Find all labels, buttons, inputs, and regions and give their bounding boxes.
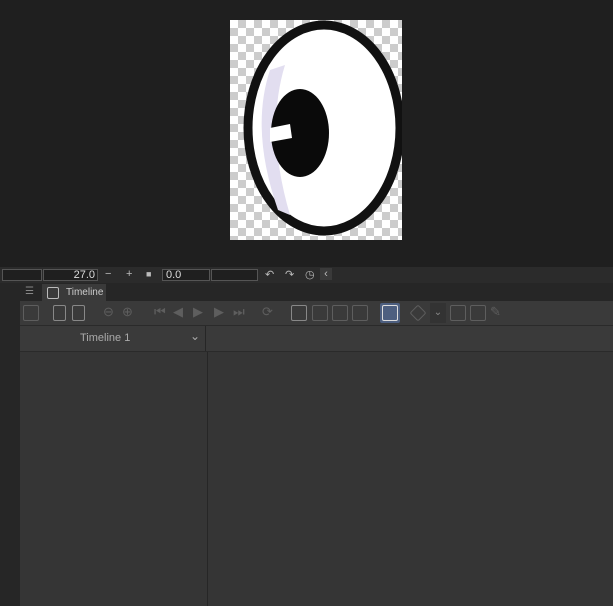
timeline-select-value: Timeline 1 (80, 332, 131, 344)
delete-keyframe-icon[interactable] (450, 305, 466, 321)
timeline-toolbar: ⊖ ⊕ ⏮ ◀ ▶ ▶ ⏭ ⟳ ⌄ ✎ (20, 301, 613, 325)
redo-button[interactable]: ↷ (285, 268, 294, 281)
first-frame-icon[interactable]: ⏮ (154, 304, 166, 320)
left-gutter (0, 283, 20, 606)
layer-list[interactable] (20, 352, 207, 606)
canvas-image[interactable] (230, 20, 405, 240)
frame-slider[interactable] (2, 269, 42, 281)
tab-timeline[interactable]: Timeline (42, 284, 106, 301)
assign-cel-icon[interactable] (332, 305, 348, 321)
frame-input[interactable]: 27.0 (43, 269, 98, 281)
chevron-down-icon: ⌄ (190, 329, 201, 343)
tab-label: Timeline (66, 287, 104, 298)
loop-icon[interactable]: ⟳ (262, 304, 273, 320)
next-frame-icon[interactable]: ▶ (214, 304, 224, 320)
playback-bar: 27.0 − + ■ 0.0 ↶ ↷ ◷ ‹ (0, 267, 613, 283)
collapse-button[interactable]: ‹ (320, 268, 332, 280)
onion-skin-icon (382, 305, 398, 321)
chevron-down-icon[interactable]: ⌄ (430, 303, 446, 323)
last-frame-icon[interactable]: ⏭ (233, 304, 245, 320)
new-timeline-icon[interactable] (53, 305, 66, 321)
time-slider[interactable] (211, 269, 258, 281)
new-cel-icon[interactable] (312, 305, 328, 321)
stop-button[interactable]: ■ (146, 269, 151, 279)
pen-icon[interactable]: ✎ (490, 304, 501, 320)
undo-button[interactable]: ↶ (265, 268, 274, 281)
unassign-cel-icon[interactable] (352, 305, 368, 321)
add-timeline-icon[interactable] (72, 305, 85, 321)
divider (205, 326, 206, 351)
keyframe-icon[interactable] (409, 304, 427, 322)
timeline-icon (47, 287, 59, 299)
timeline-body (20, 352, 613, 606)
timeline-header: Timeline 1 ⌄ (20, 325, 613, 352)
panel-menu-icon[interactable]: ☰ (25, 286, 34, 297)
zoom-out-icon[interactable]: ⊖ (103, 304, 114, 320)
time-input[interactable]: 0.0 (162, 269, 210, 281)
prev-frame-icon[interactable]: ◀ (173, 304, 183, 320)
eye-illustration (243, 20, 405, 236)
column-divider[interactable] (207, 352, 208, 606)
plus-button[interactable]: + (126, 268, 132, 280)
zoom-in-icon[interactable]: ⊕ (122, 304, 133, 320)
edit-keyframe-icon[interactable] (470, 305, 486, 321)
graph-icon[interactable] (23, 305, 39, 321)
timer-icon[interactable]: ◷ (305, 268, 315, 281)
timeline-select[interactable]: Timeline 1 ⌄ (20, 326, 205, 351)
minus-button[interactable]: − (105, 268, 111, 280)
onion-skin-button[interactable] (380, 303, 400, 323)
tab-strip: ☰ (20, 283, 613, 301)
new-animation-folder-icon[interactable] (291, 305, 307, 321)
play-icon[interactable]: ▶ (193, 304, 203, 320)
frame-area[interactable] (209, 352, 613, 606)
